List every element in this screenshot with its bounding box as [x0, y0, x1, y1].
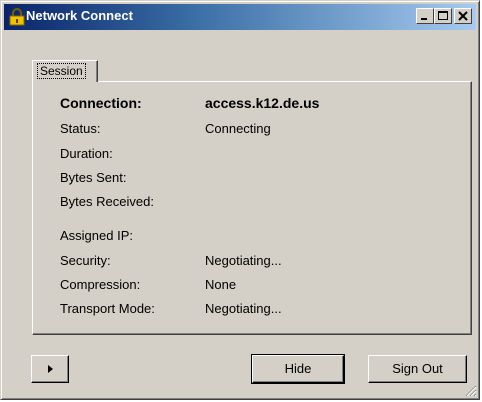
- transport-mode-label: Transport Mode:: [60, 301, 155, 316]
- connection-label: Connection:: [60, 95, 142, 111]
- security-value: Negotiating...: [205, 253, 282, 268]
- duration-label: Duration:: [60, 146, 113, 161]
- resize-grip-icon[interactable]: [465, 385, 477, 397]
- close-button[interactable]: [454, 8, 472, 24]
- tab-session-label: Session: [37, 63, 86, 79]
- play-arrow-icon: [48, 365, 53, 373]
- sign-out-button[interactable]: Sign Out: [368, 355, 467, 383]
- close-icon: [458, 11, 468, 21]
- minimize-button[interactable]: [416, 8, 434, 24]
- status-label: Status:: [60, 121, 101, 136]
- compression-label: Compression:: [60, 277, 141, 292]
- maximize-icon: [438, 11, 448, 20]
- bytes-sent-label: Bytes Sent:: [60, 170, 127, 185]
- padlock-icon: [9, 8, 25, 26]
- connection-value: access.k12.de.us: [205, 95, 320, 111]
- hide-button[interactable]: Hide: [251, 354, 345, 384]
- status-value: Connecting: [205, 121, 271, 136]
- tab-session[interactable]: Session: [32, 60, 98, 82]
- assigned-ip-label: Assigned IP:: [60, 228, 133, 243]
- minimize-icon: [421, 18, 427, 20]
- expand-button[interactable]: [31, 355, 69, 383]
- maximize-button[interactable]: [434, 8, 452, 24]
- transport-mode-value: Negotiating...: [205, 301, 282, 316]
- bytes-received-label: Bytes Received:: [60, 194, 154, 209]
- session-panel: Connection: access.k12.de.us Status: Con…: [32, 81, 472, 335]
- title-bar[interactable]: Network Connect: [4, 4, 476, 30]
- security-label: Security:: [60, 253, 111, 268]
- window-title: Network Connect: [26, 8, 133, 23]
- compression-value: None: [205, 277, 237, 292]
- network-connect-window: Network Connect Session Connection: acce…: [0, 0, 480, 400]
